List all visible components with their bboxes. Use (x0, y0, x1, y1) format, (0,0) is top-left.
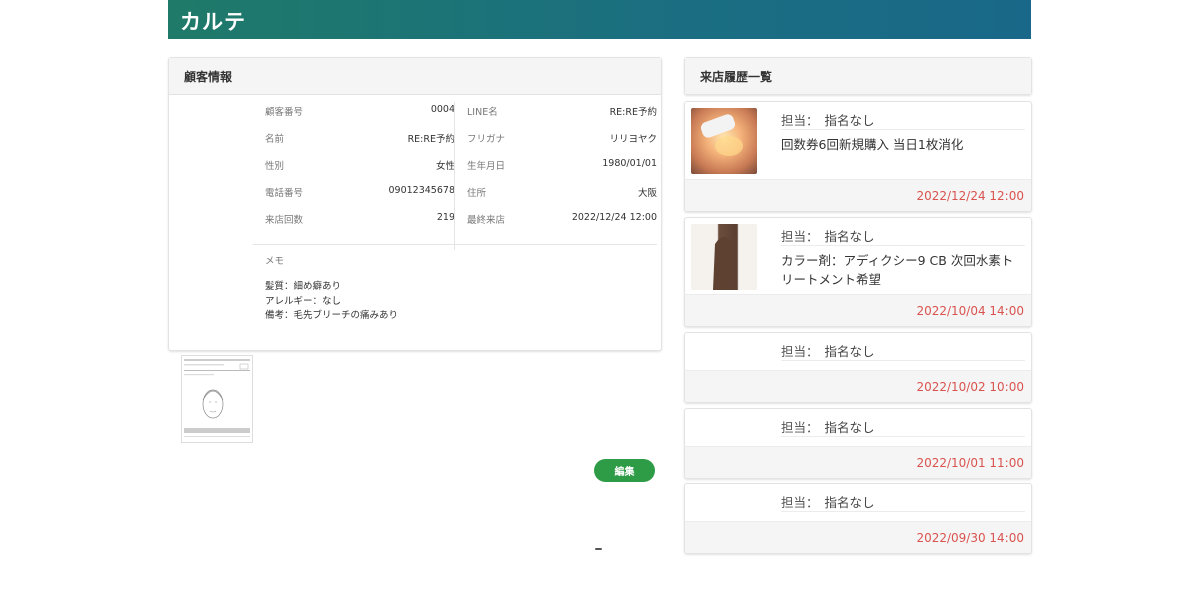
visit-history-item[interactable]: 担当： 指名なし 2022/09/30 14:00 (684, 483, 1032, 554)
staff-value: 指名なし (824, 113, 875, 128)
visit-date: 2022/12/24 12:00 (916, 189, 1024, 203)
staff-label: 担当： (781, 495, 819, 510)
field-value: 女性 (435, 161, 455, 172)
staff-label: 担当： (781, 344, 819, 359)
visit-staff: 担当： 指名なし (781, 226, 875, 245)
field-label: 顧客番号 (265, 107, 304, 118)
field-label: フリガナ (467, 134, 506, 145)
staff-label: 担当： (781, 229, 819, 244)
visit-footer: 2022/10/04 14:00 (685, 294, 1031, 326)
visit-date: 2022/10/02 10:00 (916, 380, 1024, 394)
staff-label: 担当： (781, 420, 819, 435)
visit-footer: 2022/10/01 11:00 (685, 446, 1031, 478)
visit-footer: 2022/09/30 14:00 (685, 521, 1031, 553)
field-label: 最終来店 (467, 215, 506, 226)
visit-staff: 担当： 指名なし (781, 417, 875, 436)
customer-info-heading: 顧客情報 (169, 58, 661, 95)
field-name: 名前 RE:RE予約 (265, 131, 455, 158)
treatment-photo[interactable] (691, 224, 757, 290)
visit-separator (781, 245, 1025, 246)
karte-sheet-thumbnail[interactable] (181, 355, 253, 443)
visit-history-item[interactable]: 担当： 指名なし 回数券6回新規購入 当日1枚消化 2022/12/24 12:0… (684, 101, 1032, 212)
visit-history-heading-card: 来店履歴一覧 (684, 57, 1032, 95)
visit-footer: 2022/10/02 10:00 (685, 370, 1031, 402)
memo-label: メモ (265, 256, 285, 267)
field-label: LINE名 (467, 107, 498, 118)
visit-history-item[interactable]: 担当： 指名なし カラー剤：アディクシー9 CB 次回水素トリートメント希望 20… (684, 217, 1032, 327)
treatment-photo[interactable] (691, 108, 757, 174)
memo-text: 髪質：細め癖あり アレルギー：なし 備考：毛先ブリーチの痛みあり (265, 280, 398, 324)
field-label: 電話番号 (265, 188, 304, 199)
field-value: RE:RE予約 (609, 107, 657, 118)
visit-separator (781, 511, 1025, 512)
field-gender: 性別 女性 (265, 158, 455, 185)
visit-description: カラー剤：アディクシー9 CB 次回水素トリートメント希望 (781, 253, 1014, 287)
app-header: カルテ (168, 0, 1031, 39)
field-value: 2022/12/24 12:00 (571, 212, 657, 223)
field-customer-number: 顧客番号 0004 (265, 104, 455, 131)
staff-value: 指名なし (824, 420, 875, 435)
field-line-name: LINE名 RE:RE予約 (467, 104, 657, 131)
visit-description: 回数券6回新規購入 当日1枚消化 (781, 137, 964, 152)
field-last-visit: 最終来店 2022/12/24 12:00 (467, 212, 657, 239)
page-title: カルテ (180, 10, 246, 34)
memo-line: 髪質：細め癖あり (265, 281, 342, 292)
field-address: 住所 大阪 (467, 185, 657, 212)
beauty-device-photo (700, 114, 743, 156)
visit-date: 2022/09/30 14:00 (916, 531, 1024, 545)
field-label: 性別 (265, 161, 285, 172)
field-value: 0004 (430, 104, 455, 115)
field-value: RE:RE予約 (407, 134, 455, 145)
field-phone: 電話番号 09012345678 (265, 185, 455, 212)
field-value: 1980/01/01 (602, 158, 657, 169)
memo-line: 備考：毛先ブリーチの痛みあり (265, 310, 399, 321)
scroll-indicator (595, 548, 602, 550)
field-label: 生年月日 (467, 161, 506, 172)
staff-label: 担当： (781, 113, 819, 128)
edit-button[interactable]: 編集 (594, 459, 655, 482)
memo-divider (253, 244, 657, 245)
staff-value: 指名なし (824, 344, 875, 359)
field-visit-count: 来店回数 219 (265, 212, 455, 239)
visit-staff: 担当： 指名なし (781, 341, 875, 360)
hair-photo (713, 237, 735, 290)
visit-date: 2022/10/01 11:00 (916, 456, 1024, 470)
field-label: 名前 (265, 134, 285, 145)
field-label: 住所 (467, 188, 487, 199)
field-value: リリヨヤク (609, 134, 657, 145)
visit-separator (781, 436, 1025, 437)
visit-history-item[interactable]: 担当： 指名なし 2022/10/01 11:00 (684, 408, 1032, 479)
visit-date: 2022/10/04 14:00 (916, 304, 1024, 318)
field-value: 09012345678 (388, 185, 456, 196)
field-value: 大阪 (637, 188, 657, 199)
customer-info-right-column: LINE名 RE:RE予約 フリガナ リリヨヤク 生年月日 1980/01/01… (467, 104, 657, 239)
staff-value: 指名なし (824, 229, 875, 244)
memo-line: アレルギー：なし (265, 295, 342, 307)
visit-staff: 担当： 指名なし (781, 110, 875, 129)
customer-info-left-column: 顧客番号 0004 名前 RE:RE予約 性別 女性 電話番号 09012345… (265, 104, 455, 239)
visit-staff: 担当： 指名なし (781, 492, 875, 511)
column-divider (454, 102, 455, 250)
customer-info-card: 顧客情報 顧客番号 0004 名前 RE:RE予約 性別 女性 電話番号 090… (168, 57, 662, 351)
face-chart-image (184, 359, 250, 437)
field-birthdate: 生年月日 1980/01/01 (467, 158, 657, 185)
field-value: 219 (436, 212, 455, 223)
staff-value: 指名なし (824, 495, 875, 510)
visit-separator (781, 129, 1025, 130)
field-label: 来店回数 (265, 215, 304, 226)
visit-footer: 2022/12/24 12:00 (685, 179, 1031, 211)
field-furigana: フリガナ リリヨヤク (467, 131, 657, 158)
visit-separator (781, 360, 1025, 361)
visit-history-item[interactable]: 担当： 指名なし 2022/10/02 10:00 (684, 332, 1032, 403)
visit-history-heading: 来店履歴一覧 (685, 58, 1031, 94)
